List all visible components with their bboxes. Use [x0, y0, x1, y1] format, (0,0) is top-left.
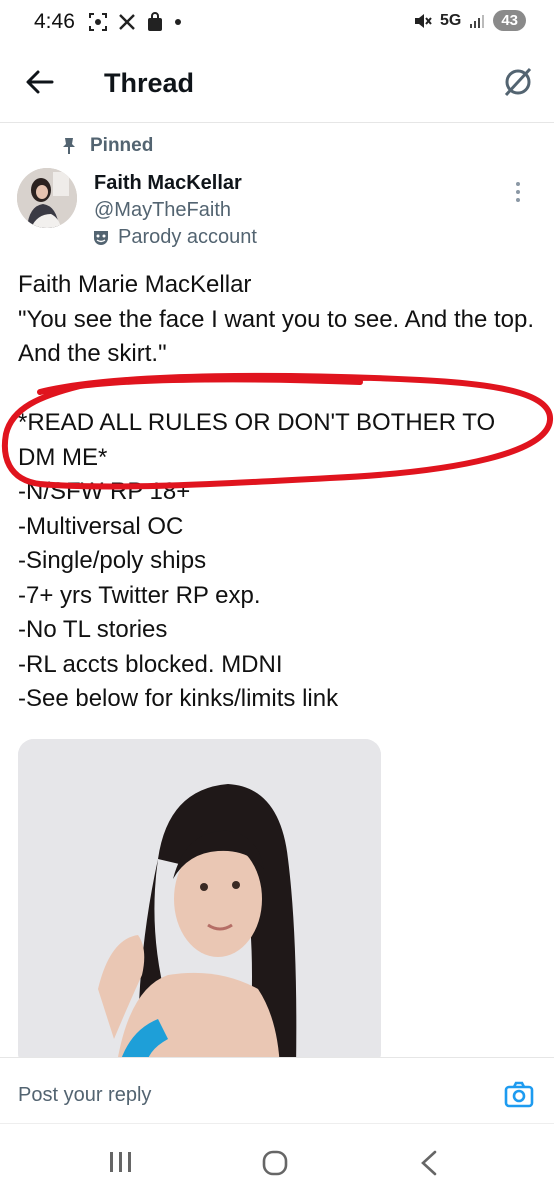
parody-label-row: Parody account [92, 226, 257, 249]
post-line: -No TL stories [18, 616, 168, 643]
recent-apps-icon[interactable] [108, 1150, 132, 1174]
grok-icon[interactable] [500, 64, 536, 100]
post-line: -See below for kinks/limits link [18, 685, 339, 712]
notification-icons [88, 12, 182, 32]
back-arrow-icon[interactable] [24, 66, 56, 98]
battery-badge: 43 [493, 10, 526, 31]
pin-icon [63, 138, 75, 154]
network-label: 5G [439, 11, 462, 29]
parody-label: Parody account [118, 226, 257, 248]
signal-icon [470, 14, 485, 28]
user-handle[interactable]: @MayTheFaith [94, 199, 231, 222]
system-nav-bar [0, 1123, 554, 1200]
pinned-label: Pinned [90, 135, 154, 156]
screenshot-icon [89, 13, 107, 31]
back-nav-icon[interactable] [420, 1150, 438, 1176]
red-circle-annotation [1, 372, 553, 490]
post-line: -7+ yrs Twitter RP exp. [18, 581, 261, 609]
theater-mask-icon [94, 230, 108, 245]
camera-icon[interactable] [504, 1081, 534, 1109]
reply-bar: Post your reply [0, 1057, 554, 1123]
dot-icon [175, 19, 181, 25]
avatar[interactable] [17, 168, 77, 228]
post-line: -RL accts blocked. MDNI [18, 650, 283, 678]
reply-input[interactable]: Post your reply [18, 1084, 151, 1107]
post-line: -Multiversal OC [18, 512, 184, 540]
display-name[interactable]: Faith MacKellar [94, 172, 242, 195]
status-time: 4:46 [34, 10, 75, 33]
page-title: Thread [104, 68, 195, 98]
pinned-indicator: Pinned [62, 135, 153, 157]
shopping-bag-icon [148, 12, 162, 31]
x-logo-icon [119, 14, 135, 30]
post-line: Faith Marie MacKellar [18, 271, 252, 298]
thread-header: Thread [0, 50, 554, 120]
post-line: -Single/poly ships [18, 547, 207, 574]
post-media-image[interactable] [18, 739, 381, 1069]
header-divider [0, 122, 554, 123]
mute-icon [414, 13, 432, 28]
more-options-icon[interactable] [514, 180, 522, 204]
home-icon[interactable] [262, 1150, 288, 1176]
post-line: "You see the face I want you to see. And… [18, 305, 540, 368]
status-bar: 4:46 5G 43 [0, 0, 554, 44]
